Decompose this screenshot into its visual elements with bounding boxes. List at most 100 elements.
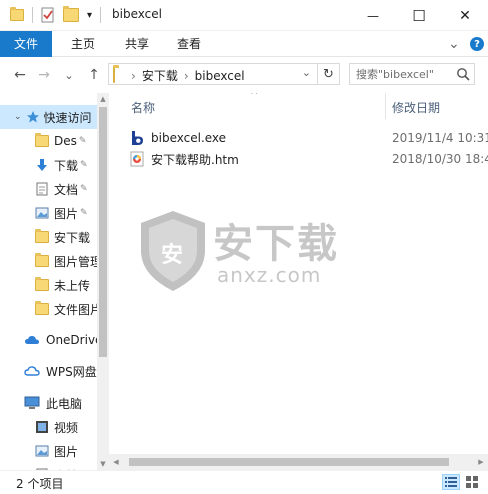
search-input[interactable]	[356, 66, 456, 82]
download-icon	[34, 157, 50, 173]
address-dropdown-icon[interactable]: ⌄	[302, 66, 311, 79]
column-divider[interactable]	[385, 93, 386, 119]
file-name: bibexcel.exe	[151, 131, 227, 145]
forward-button[interactable]: →	[34, 66, 54, 84]
nav-item-label: 安下载	[54, 230, 91, 245]
back-button[interactable]: ←	[10, 66, 30, 84]
nav-item-label: Des	[54, 134, 77, 148]
nav-item-desktop[interactable]: Des ✎	[0, 129, 97, 153]
collapse-icon[interactable]: ⌄	[14, 112, 22, 122]
folder-icon	[34, 253, 50, 269]
file-modified: 2019/11/4 10:31	[392, 131, 488, 145]
sort-ascending-icon: ^	[250, 93, 259, 101]
folder-icon	[34, 133, 50, 149]
large-icons-view-icon	[466, 476, 478, 488]
details-view-icon	[445, 477, 457, 487]
breadcrumb-separator: ›	[131, 68, 136, 83]
details-view-button[interactable]	[442, 474, 460, 490]
nav-item-downloads[interactable]: 下载 ✎	[0, 153, 97, 177]
large-icons-view-button[interactable]	[463, 474, 481, 490]
nav-item-label: 此电脑	[46, 396, 83, 411]
pin-icon: ✎	[80, 208, 88, 218]
new-folder-icon[interactable]	[63, 6, 79, 24]
refresh-button[interactable]: ↻	[317, 64, 339, 84]
address-folder-icon	[113, 67, 115, 83]
address-row: ← → ⌄ ↑ › 安下载 › bibexcel ⌄ ↻	[0, 57, 488, 93]
recent-locations-button[interactable]: ⌄	[62, 66, 76, 84]
picture-icon	[34, 443, 50, 459]
nav-item-pc-pictures[interactable]: 图片	[0, 439, 97, 463]
content-scrollbar-thumb[interactable]	[129, 458, 449, 466]
nav-item-pc-documents[interactable]: 文档	[0, 463, 97, 470]
nav-item-onedrive[interactable]: OneDrive	[0, 328, 97, 352]
scroll-right-icon[interactable]: ▶	[474, 454, 488, 470]
column-header-modified[interactable]: 修改日期	[392, 99, 440, 117]
nav-item-anxiazai[interactable]: 安下载	[0, 225, 97, 249]
nav-item-label: 图片管理	[54, 254, 97, 269]
help-icon[interactable]: ?	[470, 31, 484, 57]
htm-icon	[129, 151, 145, 167]
nav-item-not-uploaded[interactable]: 未上传	[0, 273, 97, 297]
breadcrumb-separator: ›	[183, 68, 189, 83]
nav-item-label: 视频	[54, 420, 79, 435]
nav-item-wps-cloud[interactable]: WPS网盘	[0, 359, 97, 383]
column-header-name[interactable]: 名称	[131, 99, 155, 117]
nav-item-picture-management[interactable]: 图片管理	[0, 249, 97, 273]
scroll-down-icon[interactable]: ▼	[97, 458, 109, 470]
folder-icon	[34, 277, 50, 293]
nav-scrollbar[interactable]: ▲ ▼	[97, 93, 109, 470]
breadcrumb-item-bibexcel[interactable]: bibexcel	[195, 69, 245, 83]
scroll-up-icon[interactable]: ▲	[97, 93, 109, 105]
tab-home[interactable]: 主页	[58, 31, 108, 57]
ribbon-expand-icon[interactable]: ⌄	[448, 31, 460, 57]
watermark-badge: 安	[161, 243, 184, 268]
navigation-pane: ⌄ 快速访问 Des ✎ 下载 ✎ 文档 ✎ 图片 ✎ 安下载 图片管理 未上传…	[0, 93, 109, 470]
nav-item-label: 图片	[54, 444, 79, 459]
close-button[interactable]: ✕	[442, 0, 488, 31]
nav-item-label: WPS网盘	[46, 364, 97, 379]
tab-file[interactable]: 文件	[0, 31, 52, 57]
nav-item-videos[interactable]: 视频	[0, 415, 97, 439]
computer-icon	[24, 395, 40, 411]
pin-icon: ✎	[80, 160, 88, 170]
nav-item-pictures[interactable]: 图片 ✎	[0, 201, 97, 225]
qat-dropdown-icon[interactable]: ▾	[87, 6, 92, 24]
minimize-button[interactable]: —	[350, 0, 396, 31]
pin-icon: ✎	[78, 136, 87, 146]
nav-item-label: 图片	[54, 206, 79, 221]
tab-view[interactable]: 查看	[164, 31, 214, 57]
up-button[interactable]: ↑	[84, 66, 104, 84]
nav-item-label: OneDrive	[46, 333, 97, 347]
nav-item-quick-access[interactable]: ⌄ 快速访问	[0, 105, 97, 129]
nav-item-documents[interactable]: 文档 ✎	[0, 177, 97, 201]
item-count: 2 个项目	[16, 477, 64, 491]
nav-item-file-pictures[interactable]: 文件图片	[0, 297, 97, 321]
tab-share[interactable]: 共享	[112, 31, 162, 57]
qat-separator	[100, 7, 101, 23]
file-row[interactable]: bibexcel.exe 2019/11/4 10:31	[129, 128, 488, 148]
document-icon	[34, 181, 50, 197]
folder-icon	[34, 301, 50, 317]
file-row[interactable]: 安下载帮助.htm 2018/10/30 18:4	[129, 149, 488, 169]
ribbon-tabs: 文件 主页 共享 查看 ⌄ ?	[0, 31, 488, 57]
qat-separator	[32, 7, 33, 23]
file-modified: 2018/10/30 18:4	[392, 152, 488, 166]
properties-icon[interactable]	[40, 6, 56, 24]
maximize-button[interactable]: ☐	[396, 0, 442, 31]
help-icon-glyph: ?	[470, 37, 484, 51]
address-bar[interactable]: › 安下载 › bibexcel ⌄ ↻	[108, 63, 340, 85]
file-name: 安下载帮助.htm	[151, 152, 239, 167]
folder-icon	[34, 229, 50, 245]
exe-icon	[129, 130, 145, 146]
nav-item-this-pc[interactable]: 此电脑	[0, 391, 97, 415]
scroll-left-icon[interactable]: ◀	[109, 454, 123, 470]
window-title: bibexcel	[112, 7, 162, 21]
cloud-icon	[24, 363, 40, 379]
nav-item-label: 文件图片	[54, 302, 97, 317]
content-horizontal-scrollbar[interactable]: ◀ ▶	[109, 454, 488, 470]
breadcrumb-item-anxiazai[interactable]: 安下载	[142, 67, 178, 84]
nav-scrollbar-thumb[interactable]	[99, 107, 107, 357]
search-icon[interactable]	[456, 67, 470, 84]
watermark-text: 安下载	[213, 221, 339, 267]
search-box[interactable]	[349, 63, 475, 85]
